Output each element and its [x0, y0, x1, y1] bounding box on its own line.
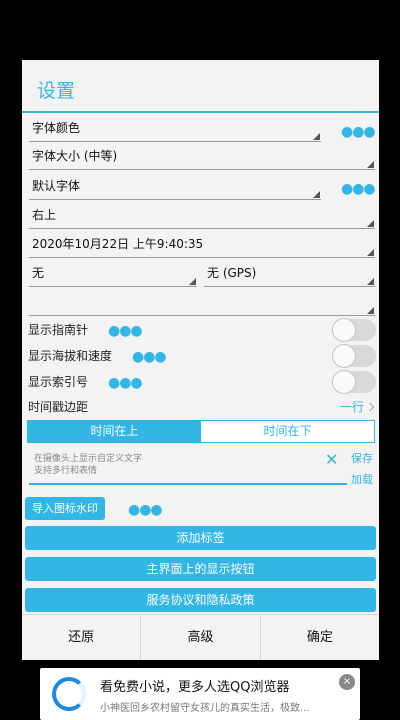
dropdown-arrow-icon — [313, 133, 320, 140]
screen: 设置 字体颜色 ●●● 字体大小 (中等) 默认字体 ●●● 右上 2020年1… — [0, 0, 400, 720]
compass-option-label: 显示指南针 — [28, 323, 89, 337]
timestamp-margin-value[interactable]: 一行 — [340, 399, 375, 415]
ok-button[interactable]: 确定 — [259, 615, 379, 660]
position-label: 右上 — [32, 208, 57, 222]
toggle-knob — [332, 318, 356, 342]
dialog-footer: 还原 高级 确定 — [22, 614, 379, 660]
load-text-link[interactable]: 加载 — [351, 471, 373, 487]
position-spinner[interactable]: 右上 — [29, 203, 375, 229]
date-format-label: 2020年10月22日 上午9:40:35 — [32, 237, 204, 251]
time-position-segmented: 时间在上 时间在下 — [27, 420, 375, 443]
settings-dialog: 设置 字体颜色 ●●● 字体大小 (中等) 默认字体 ●●● 右上 2020年1… — [22, 60, 379, 660]
altitude-toggle[interactable] — [332, 344, 376, 368]
toggle-knob — [332, 370, 356, 394]
extra-spinner[interactable] — [29, 290, 375, 316]
privacy-policy-button[interactable]: 服务协议和隐私政策 — [25, 588, 376, 612]
dropdown-arrow-icon — [189, 278, 196, 285]
ad-title: 看免费小说，更多人选QQ浏览器 — [100, 680, 290, 695]
altitude-option-label: 显示海拔和速度 — [28, 349, 113, 363]
ad-close-icon[interactable]: × — [339, 674, 355, 690]
save-text-link[interactable]: 保存 — [351, 450, 373, 466]
date-format-spinner[interactable]: 2020年10月22日 上午9:40:35 — [29, 232, 375, 258]
ad-banner[interactable]: 看免费小说，更多人选QQ浏览器 小神医回乡农村留守女孩儿的真实生活，极致... … — [40, 668, 360, 720]
clear-icon[interactable]: ✕ — [325, 451, 338, 469]
add-tag-button[interactable]: 添加标签 — [25, 526, 376, 550]
dropdown-arrow-icon — [367, 307, 374, 314]
font-family-spinner[interactable]: 默认字体 — [29, 174, 321, 200]
dropdown-arrow-icon — [367, 249, 374, 256]
compass-toggle[interactable] — [332, 318, 376, 342]
dropdown-arrow-icon — [367, 220, 374, 227]
dropdown-arrow-icon — [367, 161, 374, 168]
dropdown-arrow-icon — [313, 191, 320, 198]
segment-time-bottom[interactable]: 时间在下 — [201, 421, 374, 442]
font-size-spinner[interactable]: 字体大小 (中等) — [29, 144, 375, 170]
location-label: 无 — [32, 266, 45, 280]
font-family-label: 默认字体 — [32, 179, 81, 193]
dropdown-arrow-icon — [367, 278, 374, 285]
custom-text-placeholder-2: 支持多行和表情 — [34, 466, 98, 476]
index-toggle[interactable] — [332, 370, 376, 394]
main-display-buttons-button[interactable]: 主界面上的显示按钮 — [25, 557, 376, 581]
custom-text-input[interactable]: 在摄像头上显示自定义文字 支持多行和表情 — [29, 451, 347, 485]
font-color-more-icon[interactable]: ●●● — [341, 125, 376, 139]
font-family-more-icon[interactable]: ●●● — [341, 182, 376, 196]
qq-browser-logo-icon — [52, 677, 86, 711]
import-watermark-button[interactable]: 导入图标水印 — [25, 497, 105, 520]
gps-label: 无 (GPS) — [207, 266, 257, 280]
timestamp-margin-label: 时间戳边距 — [28, 400, 89, 414]
custom-text-placeholder-1: 在摄像头上显示自定义文字 — [34, 454, 143, 464]
ad-subtitle: 小神医回乡农村留守女孩儿的真实生活，极致... — [100, 703, 310, 714]
compass-more-icon[interactable]: ●●● — [108, 324, 143, 338]
font-color-label: 字体颜色 — [32, 121, 81, 135]
segment-time-top[interactable]: 时间在上 — [28, 421, 201, 442]
font-color-spinner[interactable]: 字体颜色 — [29, 116, 321, 142]
watermark-more-icon[interactable]: ●●● — [128, 503, 163, 517]
title-divider — [22, 111, 379, 113]
altitude-more-icon[interactable]: ●●● — [132, 350, 167, 364]
index-more-icon[interactable]: ●●● — [108, 376, 143, 390]
dialog-title: 设置 — [37, 80, 76, 102]
advanced-button[interactable]: 高级 — [140, 615, 259, 660]
location-spinner[interactable]: 无 — [29, 261, 197, 287]
chevron-right-icon — [365, 402, 375, 412]
timestamp-margin-value-text: 一行 — [340, 400, 365, 414]
font-size-label: 字体大小 (中等) — [32, 149, 118, 163]
reset-button[interactable]: 还原 — [22, 615, 140, 660]
index-option-label: 显示索引号 — [28, 375, 89, 389]
toggle-knob — [332, 344, 356, 368]
gps-spinner[interactable]: 无 (GPS) — [204, 261, 375, 287]
